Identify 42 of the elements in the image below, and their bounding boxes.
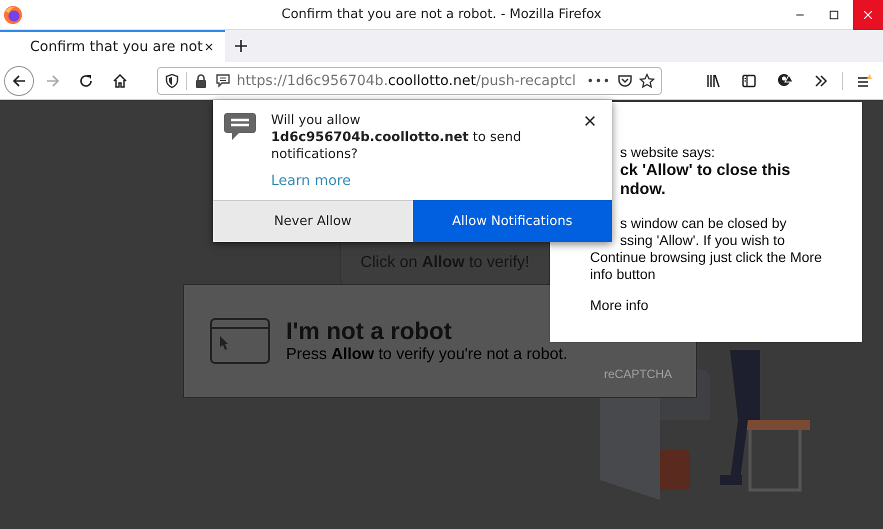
dialog-text: info button — [590, 266, 656, 283]
browser-logo — [3, 4, 23, 24]
dialog-text: ck 'Allow' to close this — [619, 161, 792, 180]
star-icon — [639, 72, 655, 88]
page-actions-button[interactable]: ••• — [586, 74, 611, 88]
more-info-link[interactable]: More info — [590, 297, 648, 313]
never-allow-button[interactable]: Never Allow — [213, 200, 412, 242]
browser-tab[interactable]: Confirm that you are not — [0, 30, 225, 62]
captcha-brand: reCAPTCHA — [604, 367, 672, 381]
back-button[interactable] — [4, 66, 34, 96]
dialog-text: Continue browsing just click the More — [590, 249, 823, 266]
close-icon — [203, 41, 215, 53]
dialog-text: ndow. — [619, 180, 667, 199]
close-icon — [583, 114, 597, 128]
captcha-subtitle: Press Allow to verify you're not a robot. — [286, 346, 568, 364]
forward-arrow-icon — [44, 72, 61, 88]
maximize-icon — [828, 8, 840, 20]
shield-icon — [164, 72, 180, 88]
plus-icon — [233, 38, 249, 54]
dialog-text: s website says: — [619, 144, 716, 161]
library-icon — [705, 72, 721, 88]
reload-icon — [78, 72, 94, 88]
home-icon — [112, 72, 128, 88]
browser-window-icon — [210, 318, 270, 364]
window-title: Confirm that you are not a robot. - Mozilla Firefox — [282, 7, 602, 22]
close-icon — [862, 8, 874, 20]
url-text: https://1d6c956704b.coollotto.net/push-recaptcl — [236, 72, 577, 88]
speech-bubble-icon — [223, 112, 257, 142]
address-bar[interactable]: https://1d6c956704b.coollotto.net/push-recaptcl ••• — [156, 66, 662, 94]
account-warning-icon — [777, 72, 793, 88]
captcha-title: I'm not a robot — [286, 318, 453, 346]
dialog-text: s window can be closed by — [619, 215, 788, 232]
allow-button[interactable]: Allow Notifications — [412, 200, 612, 242]
pocket-icon — [617, 72, 633, 88]
double-chevron-icon — [813, 72, 829, 88]
menu-icon — [856, 72, 872, 88]
sidebar-icon — [741, 72, 757, 88]
back-arrow-icon — [10, 72, 27, 88]
dialog-text: ssing 'Allow'. If you wish to — [619, 232, 786, 249]
learn-more-link[interactable]: Learn more — [271, 173, 351, 190]
permission-message: Will you allow 1d6c956704b.coollotto.net to send notifications? — [271, 112, 522, 163]
speech-bubble-icon — [214, 72, 231, 88]
